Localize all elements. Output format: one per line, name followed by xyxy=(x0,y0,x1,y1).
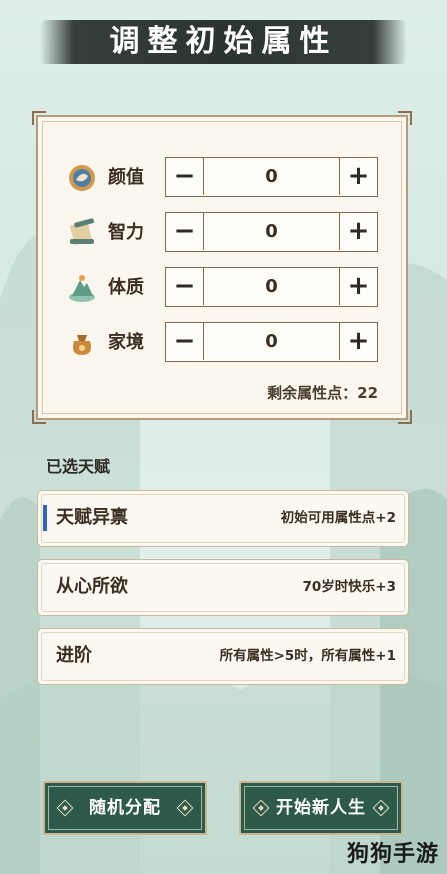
increase-button[interactable]: + xyxy=(339,323,377,360)
talents-heading: 已选天赋 xyxy=(46,457,111,476)
corner-ornament xyxy=(398,111,412,125)
talent-name: 天赋异禀 xyxy=(56,507,128,528)
attribute-panel: 颜值 − 0 + 智力 − 0 + 体质 − 0 + 家境 − 0 + 剩余属性… xyxy=(32,111,412,424)
attribute-row-family: 家境 − 0 + xyxy=(66,322,378,364)
corner-ornament xyxy=(398,410,412,424)
talent-name: 从心所欲 xyxy=(56,576,128,597)
attribute-label: 颜值 xyxy=(108,167,144,188)
selected-indicator xyxy=(43,505,47,531)
talent-card[interactable]: 天赋异禀 初始可用属性点+2 xyxy=(37,490,409,547)
increase-button[interactable]: + xyxy=(339,158,377,195)
decrease-button[interactable]: − xyxy=(166,323,204,360)
attribute-label: 家境 xyxy=(108,332,144,353)
talent-desc: 所有属性>5时，所有属性+1 xyxy=(219,648,396,664)
attribute-label: 智力 xyxy=(108,222,144,243)
attribute-row-charm: 颜值 − 0 + xyxy=(66,157,378,199)
talent-name: 进阶 xyxy=(56,645,92,666)
start-new-life-button[interactable]: 开始新人生 xyxy=(239,781,403,835)
attribute-stepper: − 0 + xyxy=(165,212,378,252)
talent-card[interactable]: 进阶 所有属性>5时，所有属性+1 xyxy=(37,628,409,685)
talent-card[interactable]: 从心所欲 70岁时快乐+3 xyxy=(37,559,409,616)
face-charm-icon xyxy=(69,165,95,191)
attribute-value: 0 xyxy=(265,331,278,352)
site-watermark: 狗狗手游 xyxy=(346,842,439,867)
title-banner: 调整初始属性 xyxy=(40,14,407,70)
corner-ornament xyxy=(32,410,46,424)
decrease-button[interactable]: − xyxy=(166,268,204,305)
increase-button[interactable]: + xyxy=(339,213,377,250)
attribute-value: 0 xyxy=(265,221,278,242)
money-bag-icon xyxy=(73,335,91,355)
mountain-icon xyxy=(69,275,95,302)
talent-desc: 70岁时快乐+3 xyxy=(302,579,397,595)
attribute-value: 0 xyxy=(265,276,278,297)
talent-desc: 初始可用属性点+2 xyxy=(280,510,396,526)
attribute-row-intelligence: 智力 − 0 + xyxy=(66,212,378,254)
decrease-button[interactable]: − xyxy=(166,158,204,195)
attribute-stepper: − 0 + xyxy=(165,322,378,362)
attribute-stepper: − 0 + xyxy=(165,267,378,307)
attribute-value: 0 xyxy=(265,166,278,187)
attribute-stepper: − 0 + xyxy=(165,157,378,197)
decrease-button[interactable]: − xyxy=(166,213,204,250)
remaining-points: 剩余属性点：22 xyxy=(267,384,378,402)
attribute-label: 体质 xyxy=(108,277,144,298)
increase-button[interactable]: + xyxy=(339,268,377,305)
random-assign-button[interactable]: 随机分配 xyxy=(43,781,207,835)
corner-ornament xyxy=(32,111,46,125)
attribute-row-constitution: 体质 − 0 + xyxy=(66,267,378,309)
page-title: 调整初始属性 xyxy=(109,24,338,59)
scroll-icon xyxy=(69,218,94,246)
